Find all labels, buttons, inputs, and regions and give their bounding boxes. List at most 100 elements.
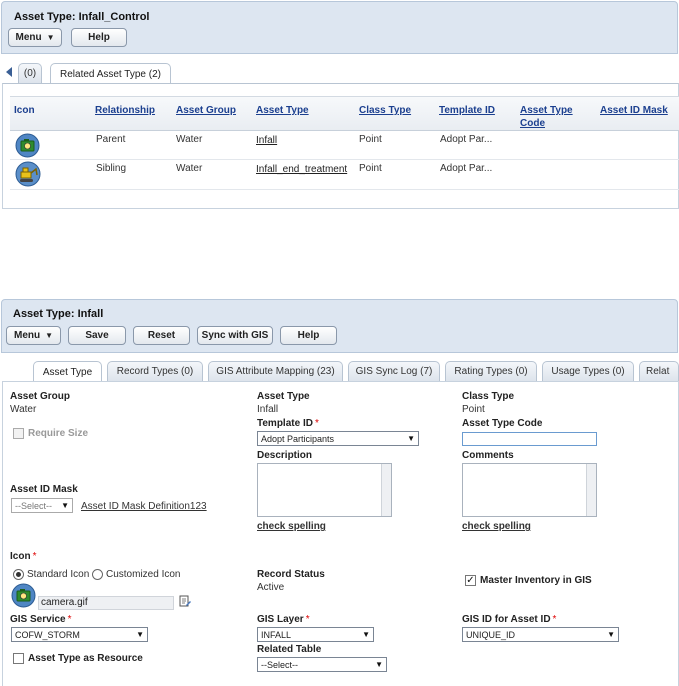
check-spelling-comments-link[interactable]: check spelling — [462, 521, 531, 532]
edit-icon[interactable] — [179, 595, 191, 608]
customized-icon-radio[interactable] — [92, 569, 103, 580]
col-template-id[interactable]: Template ID — [439, 104, 495, 117]
tab-usage-types[interactable]: Usage Types (0) — [542, 361, 634, 381]
related-table-value: --Select-- — [261, 659, 299, 670]
chevron-down-icon: ▼ — [407, 434, 415, 443]
require-size-label: Require Size — [28, 428, 89, 439]
chevron-down-icon: ▼ — [607, 630, 615, 639]
top-menu-button[interactable]: Menu ▼ — [8, 28, 62, 47]
menu-dropdown-icon: ▼ — [46, 33, 55, 42]
row2-asset-type-link[interactable]: Infall_end_treatment — [256, 164, 347, 175]
tab-gis-sync-log[interactable]: GIS Sync Log (7) — [348, 361, 440, 381]
col-asset-group[interactable]: Asset Group — [176, 104, 236, 117]
gis-service-label: GIS Service * — [10, 614, 72, 625]
asset-type-resource-label: Asset Type as Resource — [28, 653, 143, 664]
asset-id-mask-select[interactable]: --Select-- ▼ — [11, 498, 73, 513]
comments-textarea[interactable] — [462, 463, 597, 517]
asset-type-code-input[interactable] — [462, 432, 597, 446]
gis-layer-value: INFALL — [261, 629, 292, 640]
required-mark: * — [314, 418, 319, 429]
standard-icon-radio[interactable] — [13, 569, 24, 580]
description-scrollbar[interactable] — [381, 464, 391, 516]
description-label: Description — [257, 450, 313, 461]
save-button[interactable]: Save — [68, 326, 126, 345]
top-page-title: Asset Type: Infall_Control — [14, 11, 150, 23]
gis-id-value: UNIQUE_ID — [466, 629, 516, 640]
camera-icon — [15, 133, 40, 158]
asset-id-mask-label: Asset ID Mask — [10, 484, 78, 495]
row1-asset-type-link[interactable]: Infall — [256, 135, 277, 146]
chevron-down-icon: ▼ — [61, 501, 69, 510]
tab-empty[interactable]: (0) — [18, 63, 42, 83]
menu-label: Menu — [13, 330, 41, 341]
col-asset-type-code[interactable]: Asset Type Code — [520, 104, 574, 130]
row1-asset-group: Water — [176, 134, 203, 145]
required-mark: * — [32, 551, 37, 562]
required-mark: * — [305, 614, 310, 625]
gis-layer-label: GIS Layer * — [257, 614, 310, 625]
related-table-select[interactable]: --Select-- ▼ — [257, 657, 387, 672]
camera-icon — [11, 583, 36, 608]
template-id-label: Template ID * — [257, 418, 319, 429]
tab-scroll-left-icon[interactable] — [6, 67, 12, 77]
chevron-down-icon: ▼ — [136, 630, 144, 639]
master-inventory-checkbox[interactable]: ✓ — [465, 575, 476, 586]
asset-id-mask-definition-link[interactable]: Asset ID Mask Definition123 — [81, 501, 207, 512]
description-textarea[interactable] — [257, 463, 392, 517]
asset-type-value: Infall — [257, 404, 279, 415]
top-help-button[interactable]: Help — [71, 28, 127, 47]
reset-button[interactable]: Reset — [133, 326, 190, 345]
tab-asset-type[interactable]: Asset Type — [33, 361, 102, 382]
row1-relationship: Parent — [96, 134, 126, 145]
col-relationship[interactable]: Relationship — [95, 104, 155, 117]
row2-relationship: Sibling — [96, 163, 127, 174]
col-asset-type[interactable]: Asset Type — [256, 104, 309, 117]
check-spelling-description-link[interactable]: check spelling — [257, 521, 326, 532]
asset-type-resource-checkbox[interactable] — [13, 653, 24, 664]
excavator-icon — [15, 161, 41, 187]
asset-type-label: Asset Type — [257, 391, 310, 402]
menu-dropdown-icon: ▼ — [45, 331, 54, 340]
required-mark: * — [67, 614, 72, 625]
col-class-type[interactable]: Class Type — [359, 104, 411, 117]
record-status-value: Active — [257, 582, 285, 593]
gis-service-label-text: GIS Service — [10, 614, 66, 625]
tab-related[interactable]: Relat — [639, 361, 679, 381]
asset-group-label: Asset Group — [10, 391, 71, 402]
tab-gis-attribute-mapping[interactable]: GIS Attribute Mapping (23) — [208, 361, 343, 381]
comments-label: Comments — [462, 450, 514, 461]
row1-class-type: Point — [359, 134, 382, 145]
icon-label: Icon * — [10, 551, 36, 562]
tab-rating-types[interactable]: Rating Types (0) — [445, 361, 537, 381]
sync-with-gis-button[interactable]: Sync with GIS — [197, 326, 273, 345]
template-id-select[interactable]: Adopt Participants ▼ — [257, 431, 419, 446]
gis-service-value: COFW_STORM — [15, 629, 80, 640]
required-mark: * — [552, 614, 557, 625]
asset-id-mask-value: --Select-- — [15, 500, 53, 511]
icon-label-text: Icon — [10, 551, 31, 562]
comments-scrollbar[interactable] — [586, 464, 596, 516]
help-button[interactable]: Help — [280, 326, 337, 345]
class-type-value: Point — [462, 404, 485, 415]
col-icon: Icon — [14, 105, 35, 116]
menu-button[interactable]: Menu ▼ — [6, 326, 61, 345]
gis-layer-label-text: GIS Layer — [257, 614, 304, 625]
col-asset-id-mask[interactable]: Asset ID Mask — [600, 104, 668, 117]
icon-file-field[interactable]: camera.gif — [38, 596, 174, 610]
bottom-page-title: Asset Type: Infall — [13, 308, 104, 320]
gis-id-label-text: GIS ID for Asset ID — [462, 614, 551, 625]
gis-layer-select[interactable]: INFALL ▼ — [257, 627, 374, 642]
icon-file-value: camera.gif — [41, 597, 88, 608]
row2-class-type: Point — [359, 163, 382, 174]
tab-record-types[interactable]: Record Types (0) — [107, 361, 203, 381]
gis-id-select[interactable]: UNIQUE_ID ▼ — [462, 627, 619, 642]
gis-id-label: GIS ID for Asset ID * — [462, 614, 556, 625]
row2-asset-group: Water — [176, 163, 203, 174]
check-mark-icon: ✓ — [466, 574, 475, 586]
top-menu-label: Menu — [15, 32, 42, 43]
gis-service-select[interactable]: COFW_STORM ▼ — [11, 627, 148, 642]
tab-related-asset-type[interactable]: Related Asset Type (2) — [50, 63, 171, 84]
require-size-checkbox[interactable] — [13, 428, 24, 439]
chevron-down-icon: ▼ — [362, 630, 370, 639]
asset-group-value: Water — [10, 404, 37, 415]
